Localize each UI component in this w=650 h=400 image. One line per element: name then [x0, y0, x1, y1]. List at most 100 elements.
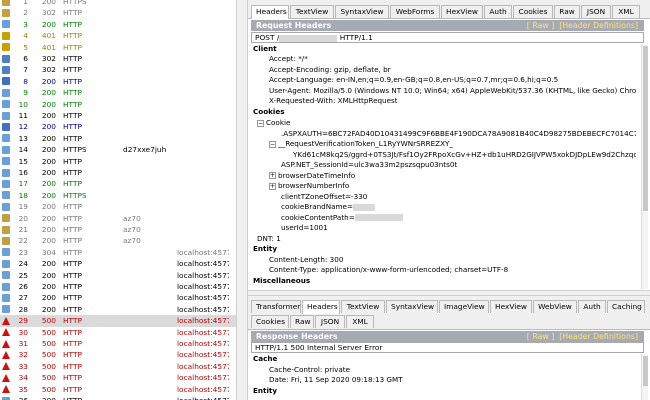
session-number: 22	[18, 236, 28, 246]
session-result: 200	[41, 122, 56, 132]
session-row[interactable]: 1 200 HTTPS	[0, 0, 236, 7]
tab-request-hexview[interactable]: HexView	[441, 5, 483, 18]
session-row[interactable]: 20 200 HTTP az70	[0, 213, 236, 224]
session-row[interactable]: 6 302 HTTP	[0, 53, 236, 64]
tab-request-raw[interactable]: Raw	[554, 5, 580, 18]
session-row[interactable]: 36 200 HTTP localhost:4577	[0, 395, 236, 400]
session-row[interactable]: 14 200 HTTPS d27xxe7juh	[0, 144, 236, 155]
session-row[interactable]: 2 302 HTTP	[0, 7, 236, 18]
session-row[interactable]: 15 200 HTTP	[0, 156, 236, 167]
session-row[interactable]: 35 500 HTTP localhost:4577	[0, 384, 236, 395]
session-row[interactable]: 5 401 HTTP	[0, 42, 236, 53]
tab-request-syntaxview[interactable]: SyntaxView	[335, 5, 389, 18]
page-icon	[2, 168, 10, 177]
vertical-splitter[interactable]	[236, 0, 248, 400]
session-row[interactable]: 18 200 HTTPS	[0, 190, 236, 201]
tab-response-webview[interactable]: WebView	[533, 300, 577, 313]
tab-response-raw[interactable]: Raw	[290, 315, 314, 328]
tab-request-webforms[interactable]: WebForms	[390, 5, 440, 18]
tab-response-caching[interactable]: Caching	[607, 300, 645, 313]
response-scrollbar[interactable]	[641, 354, 648, 400]
tab-response-xml[interactable]: XML	[346, 315, 374, 328]
session-number: 24	[18, 259, 28, 269]
session-row[interactable]: 3 200 HTTP	[0, 19, 236, 30]
session-row[interactable]: 26 200 HTTP localhost:4577	[0, 281, 236, 292]
tab-response-imageview[interactable]: ImageView	[439, 300, 489, 313]
session-row[interactable]: 12 200 HTTP	[0, 121, 236, 132]
group-cache: Cache	[253, 354, 278, 363]
tab-request-textview[interactable]: TextView	[290, 5, 334, 18]
session-result: 200	[41, 133, 56, 143]
script-icon	[2, 122, 10, 131]
collapse-icon[interactable]: −	[269, 140, 276, 148]
tab-request-cookies[interactable]: Cookies	[513, 5, 553, 18]
session-protocol: HTTPS	[63, 0, 87, 6]
session-list[interactable]: 1 200 HTTPS 2 302 HTTP 3 200 HTTP 4 401 HTTP 5 401 HTT…	[0, 0, 236, 400]
cookie-rvt-node[interactable]: − __RequestVerificationToken_L1RyYWNrSRRE…	[269, 139, 453, 149]
tab-response-auth[interactable]: Auth	[578, 300, 606, 313]
session-row[interactable]: 23 304 HTTP localhost:4577	[0, 247, 236, 258]
tab-response-transformer[interactable]: Transformer	[251, 300, 301, 313]
session-url: az70	[123, 236, 141, 246]
session-row[interactable]: 22 200 HTTP az70	[0, 235, 236, 246]
tab-request-xml[interactable]: XML	[612, 5, 640, 18]
tab-response-cookies[interactable]: Cookies	[251, 315, 289, 328]
tab-request-json[interactable]: JSON	[581, 5, 611, 18]
tab-response-hexview[interactable]: HexView	[490, 300, 532, 313]
request-header-tree[interactable]: Client Accept: */* Accept-Encoding: gzip…	[251, 44, 636, 289]
expand-icon[interactable]: +	[269, 182, 276, 190]
page-icon	[2, 157, 10, 166]
session-row[interactable]: 29 500 HTTP localhost:4577	[0, 315, 236, 327]
cookie-browser-number[interactable]: + browserNumberInfo	[269, 181, 349, 191]
session-row[interactable]: 33 500 HTTP localhost:4577	[0, 361, 236, 372]
request-header-definitions-link[interactable]: [Header Definitions]	[559, 21, 638, 30]
session-row[interactable]: 4 401 HTTP	[0, 30, 236, 41]
session-row[interactable]: 28 200 HTTP localhost:4577	[0, 304, 236, 315]
session-protocol: HTTP	[63, 156, 82, 166]
session-row[interactable]: 32 500 HTTP localhost:4577	[0, 349, 236, 360]
tab-request-auth[interactable]: Auth	[484, 5, 512, 18]
session-row[interactable]: 27 200 HTTP localhost:4577	[0, 292, 236, 303]
request-raw-link[interactable]: [ Raw ]	[527, 21, 554, 30]
expand-icon[interactable]: +	[269, 172, 276, 179]
session-row[interactable]: 7 302 HTTP	[0, 64, 236, 75]
header-accept: Accept: */*	[269, 54, 308, 63]
session-row[interactable]: 9 200 HTTP	[0, 87, 236, 98]
session-result: 200	[41, 111, 56, 120]
session-row[interactable]: 31 500 HTTP localhost:4577	[0, 338, 236, 349]
session-row[interactable]: 11 200 HTTP	[0, 110, 236, 121]
session-number: 12	[18, 122, 28, 132]
request-scrollbar[interactable]	[641, 44, 648, 289]
tab-request-headers[interactable]: Headers	[251, 5, 289, 19]
session-row[interactable]: 21 200 HTTP az70	[0, 224, 236, 235]
session-number: 26	[18, 282, 28, 291]
tab-response-headers[interactable]: Headers	[302, 300, 340, 314]
session-row[interactable]: 25 200 HTTP localhost:4577	[0, 270, 236, 281]
tab-response-textview[interactable]: TextView	[341, 300, 385, 313]
response-raw-link[interactable]: [ Raw ]	[527, 332, 554, 341]
session-result: 500	[41, 350, 56, 360]
session-row[interactable]: 34 500 HTTP localhost:4577	[0, 372, 236, 383]
response-header-tree[interactable]: Cache Cache-Control: private Date: Fri, …	[251, 354, 636, 400]
session-row[interactable]: 24 200 HTTP localhost:4577	[0, 258, 236, 269]
error-icon	[2, 328, 10, 337]
session-row[interactable]: 10 200 HTTP	[0, 99, 236, 110]
session-result: 200	[41, 168, 56, 177]
cookie-browser-datetime[interactable]: + browserDateTimeInfo	[269, 171, 355, 181]
error-icon	[2, 350, 10, 359]
session-row[interactable]: 8 200 HTTP	[0, 76, 236, 87]
session-row[interactable]: 13 200 HTTP	[0, 133, 236, 144]
session-row[interactable]: 19 200 HTTP	[0, 201, 236, 212]
session-row[interactable]: 16 200 HTTP	[0, 167, 236, 178]
session-row[interactable]: 17 200 HTTP	[0, 178, 236, 189]
session-host: localhost:4577	[177, 327, 229, 337]
collapse-icon[interactable]: −	[257, 119, 264, 127]
session-row[interactable]: 30 500 HTTP localhost:4577	[0, 327, 236, 338]
response-header-definitions-link[interactable]: [Header Definitions]	[559, 332, 638, 341]
tab-response-syntaxview[interactable]: SyntaxView	[386, 300, 438, 313]
session-result: 200	[41, 213, 56, 223]
scrollbar-thumb[interactable]	[643, 356, 648, 386]
scrollbar-thumb[interactable]	[643, 46, 648, 211]
tab-response-json[interactable]: JSON	[315, 315, 345, 328]
cookie-node[interactable]: − Cookie	[257, 118, 290, 128]
